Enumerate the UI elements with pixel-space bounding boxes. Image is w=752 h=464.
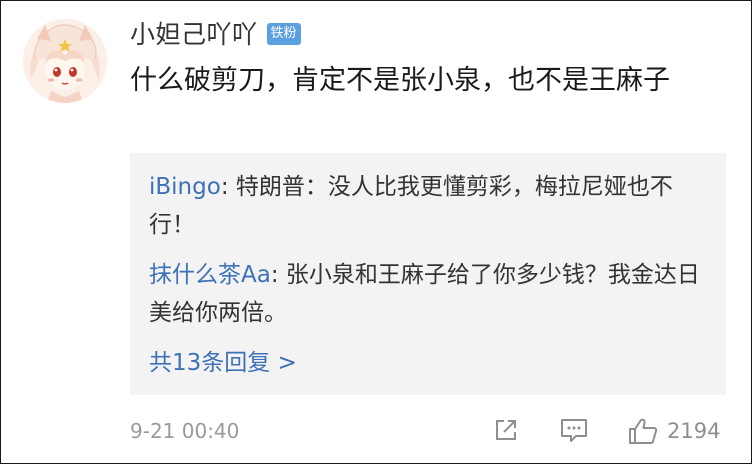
comment-icon bbox=[561, 419, 587, 442]
share-button[interactable] bbox=[492, 416, 520, 444]
reply-username[interactable]: 抹什么茶Aa bbox=[149, 262, 271, 288]
more-replies-link[interactable]: 共13条回复 > bbox=[149, 343, 297, 377]
share-icon bbox=[496, 420, 516, 440]
reply-item[interactable]: iBingo: 特朗普：没人比我更懂剪彩，梅拉尼娅也不行！ bbox=[149, 168, 709, 244]
comment-timestamp: 9-21 00:40 bbox=[130, 419, 240, 443]
avatar-illustration bbox=[23, 19, 107, 103]
avatar[interactable] bbox=[23, 19, 107, 103]
reply-username[interactable]: iBingo bbox=[149, 174, 221, 200]
reply-button[interactable] bbox=[559, 416, 589, 444]
author-row: 小妲己吖吖 铁粉 bbox=[130, 15, 301, 51]
reply-separator: : bbox=[270, 262, 286, 288]
comment-card: 小妲己吖吖 铁粉 什么破剪刀，肯定不是张小泉，也不是王麻子 iBingo: 特朗… bbox=[0, 0, 752, 464]
fan-badge: 铁粉 bbox=[266, 23, 301, 45]
username[interactable]: 小妲己吖吖 bbox=[130, 15, 258, 51]
like-button[interactable]: 2194 bbox=[627, 416, 720, 446]
like-count: 2194 bbox=[667, 419, 721, 443]
comment-text: 什么破剪刀，肯定不是张小泉，也不是王麻子 bbox=[130, 65, 670, 96]
reply-separator: : bbox=[220, 174, 236, 200]
thumbs-up-icon bbox=[629, 418, 658, 444]
replies-box: iBingo: 特朗普：没人比我更懂剪彩，梅拉尼娅也不行！ 抹什么茶Aa: 张小… bbox=[130, 153, 726, 395]
reply-item[interactable]: 抹什么茶Aa: 张小泉和王麻子给了你多少钱？我金达日美给你两倍。 bbox=[149, 256, 709, 332]
